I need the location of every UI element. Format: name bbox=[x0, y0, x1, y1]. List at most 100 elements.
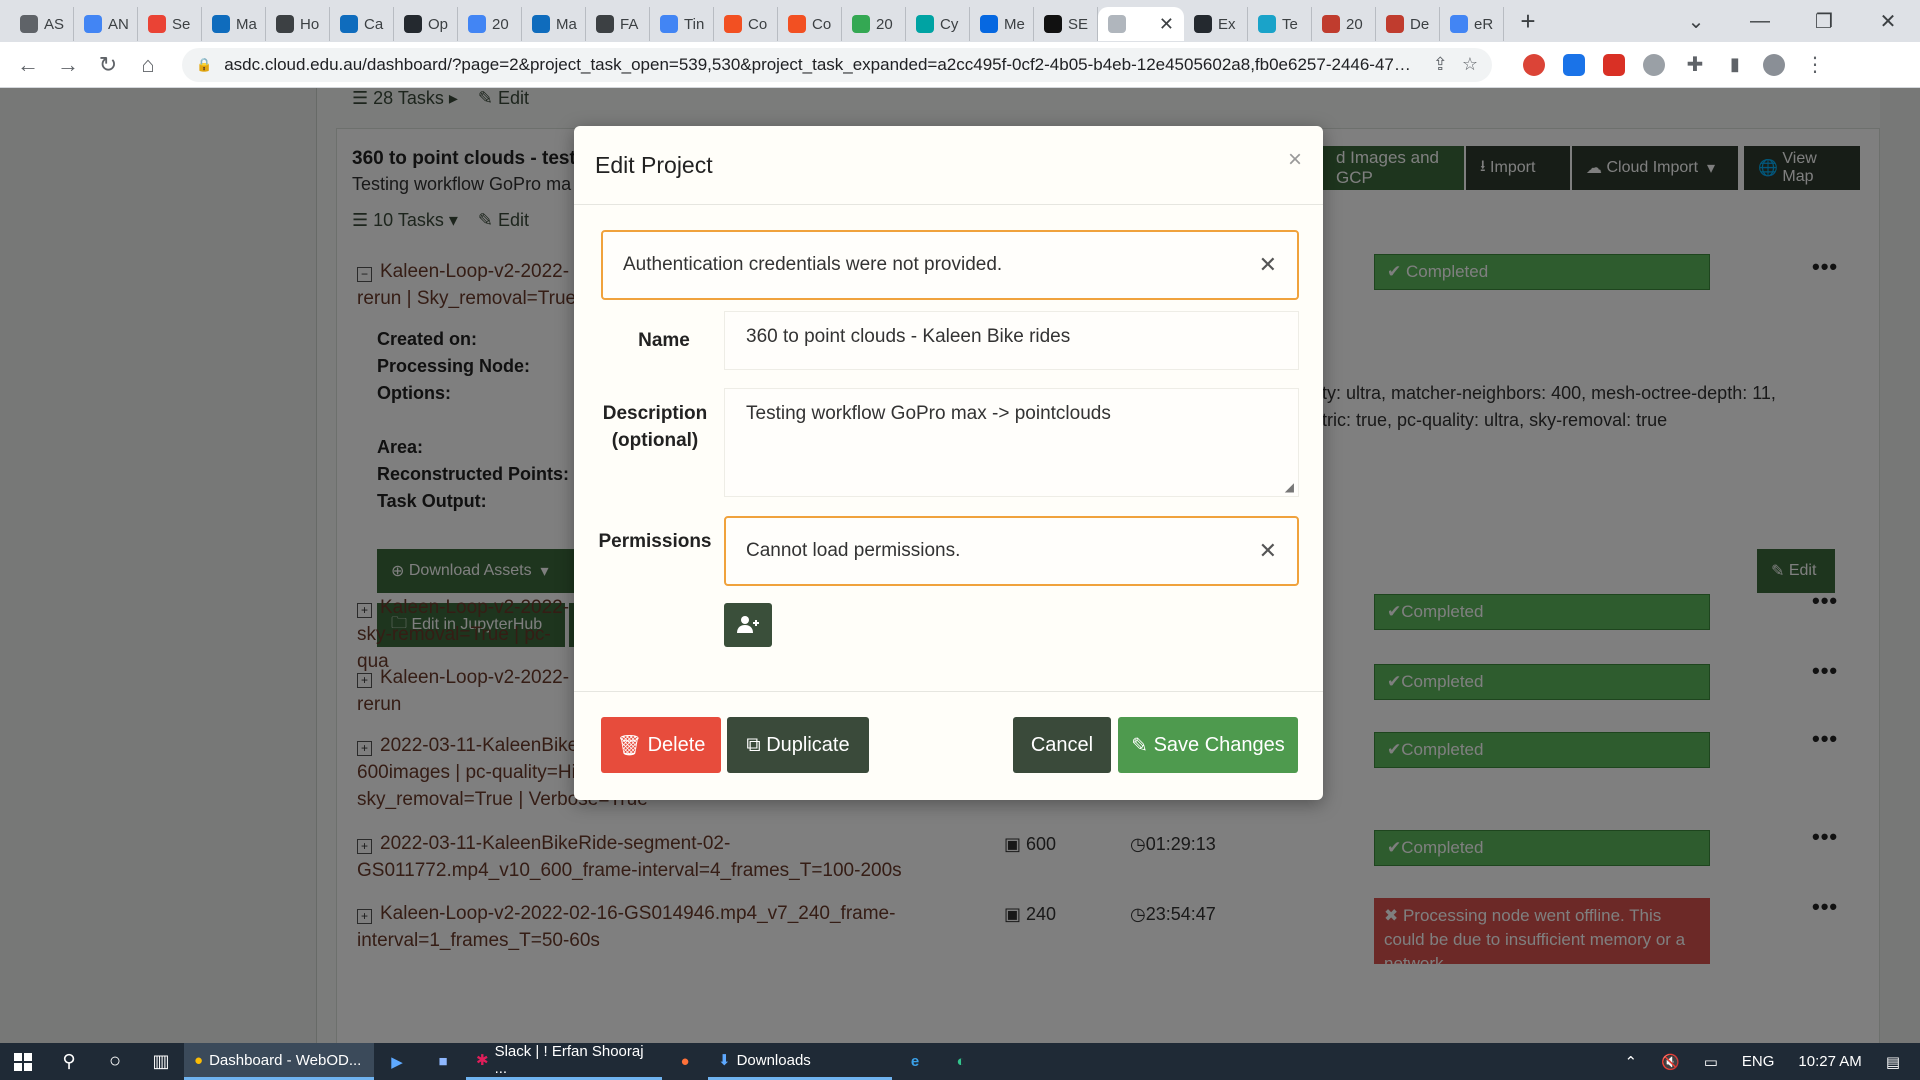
firefox-icon[interactable]: ● bbox=[662, 1043, 708, 1080]
tab-label: Se bbox=[172, 15, 191, 33]
tab-search-icon[interactable]: ⌄ bbox=[1664, 9, 1728, 34]
battery-icon[interactable]: ▭ bbox=[1704, 1053, 1718, 1071]
browser-tab[interactable]: AN bbox=[74, 7, 138, 41]
browser-tab[interactable]: Co bbox=[778, 7, 842, 41]
tab-label: Ca bbox=[364, 15, 384, 33]
save-changes-button[interactable]: ✎ Save Changes bbox=[1118, 717, 1298, 773]
close-icon[interactable]: × bbox=[1288, 146, 1302, 174]
extension-icon[interactable] bbox=[1596, 53, 1634, 77]
tab-label: 20 bbox=[1346, 15, 1363, 33]
browser-tab[interactable]: SE bbox=[1034, 7, 1098, 41]
menu-icon[interactable]: ⋮ bbox=[1796, 53, 1834, 77]
browser-tab[interactable]: Me bbox=[970, 7, 1034, 41]
browser-tab-strip: AS AN Se Ma Ho Ca Op 20 Ma FA Tin Co Co 20 Cy Me SE ✕ Ex Te… bbox=[0, 0, 1920, 42]
browser-tab[interactable]: Tin bbox=[650, 7, 714, 41]
permissions-error-text: Cannot load permissions. bbox=[746, 540, 961, 561]
browser-tab[interactable]: Ex bbox=[1184, 7, 1248, 41]
clock[interactable]: 10:27 AM bbox=[1798, 1053, 1861, 1070]
browser-tab[interactable]: Ma bbox=[202, 7, 266, 41]
dismiss-permissions-alert-icon[interactable]: ✕ bbox=[1259, 538, 1277, 564]
browser-tab[interactable]: eR bbox=[1440, 7, 1504, 41]
browser-tab[interactable]: Cy bbox=[906, 7, 970, 41]
description-label-line: Description bbox=[602, 403, 708, 424]
browser-tab[interactable]: Co bbox=[714, 7, 778, 41]
chrome-app-label: Dashboard - WebOD... bbox=[209, 1051, 362, 1069]
extension-icon[interactable] bbox=[1516, 53, 1554, 77]
browser-tab-active[interactable]: ✕ bbox=[1098, 7, 1184, 41]
tab-label: Ho bbox=[300, 15, 320, 33]
duplicate-button[interactable]: ⧉ Duplicate bbox=[727, 717, 869, 773]
powershell-icon[interactable]: ▶ bbox=[374, 1043, 420, 1080]
language-indicator[interactable]: ENG bbox=[1742, 1053, 1775, 1070]
tab-favicon-icon bbox=[660, 15, 678, 33]
description-value: Testing workflow GoPro max -> pointcloud… bbox=[746, 403, 1111, 424]
browser-tab[interactable]: Se bbox=[138, 7, 202, 41]
notifications-icon[interactable]: ▤ bbox=[1886, 1053, 1900, 1071]
dismiss-alert-icon[interactable]: ✕ bbox=[1259, 252, 1277, 278]
browser-tab[interactable]: De bbox=[1376, 7, 1440, 41]
back-icon[interactable]: ← bbox=[8, 52, 48, 78]
taskbar-app-chrome[interactable]: ● Dashboard - WebOD... bbox=[184, 1043, 374, 1080]
add-user-button[interactable] bbox=[724, 603, 772, 647]
edge-icon[interactable]: ◐ bbox=[938, 1043, 984, 1080]
browser-tab[interactable]: Ho bbox=[266, 7, 330, 41]
extension-icon[interactable] bbox=[1636, 53, 1674, 77]
side-panel-icon[interactable]: ▮ bbox=[1716, 53, 1754, 77]
browser-tab[interactable]: Ca bbox=[330, 7, 394, 41]
extension-icon[interactable] bbox=[1556, 53, 1594, 77]
browser-tab[interactable]: FA bbox=[586, 7, 650, 41]
volume-muted-icon[interactable]: 🔇 bbox=[1661, 1053, 1680, 1071]
app-icon[interactable]: ■ bbox=[420, 1043, 466, 1080]
close-tab-icon[interactable]: ✕ bbox=[1159, 14, 1174, 35]
cortana-icon[interactable]: ○ bbox=[92, 1043, 138, 1080]
restore-icon[interactable]: ❐ bbox=[1792, 9, 1856, 34]
bookmark-star-icon[interactable]: ☆ bbox=[1462, 54, 1478, 75]
forward-icon[interactable]: → bbox=[48, 52, 88, 78]
taskbar-app-downloads[interactable]: ⬇ Downloads bbox=[708, 1043, 892, 1080]
tab-label: Te bbox=[1282, 15, 1298, 33]
cancel-button[interactable]: Cancel bbox=[1013, 717, 1111, 773]
description-textarea[interactable]: Testing workflow GoPro max -> pointcloud… bbox=[724, 388, 1299, 497]
ie-icon[interactable]: e bbox=[892, 1043, 938, 1080]
browser-tab[interactable]: Ma bbox=[522, 7, 586, 41]
url-text: asdc.cloud.edu.au/dashboard/?page=2&proj… bbox=[224, 54, 1419, 74]
browser-tab[interactable]: 20 bbox=[842, 7, 906, 41]
lock-icon[interactable]: 🔒 bbox=[196, 57, 212, 73]
tab-favicon-icon bbox=[1258, 15, 1276, 33]
browser-tab[interactable]: Te bbox=[1248, 7, 1312, 41]
home-icon[interactable]: ⌂ bbox=[128, 52, 168, 78]
resize-grip-icon[interactable]: ◢ bbox=[1285, 480, 1294, 494]
search-icon[interactable]: ⚲ bbox=[46, 1043, 92, 1080]
name-value: 360 to point clouds - Kaleen Bike rides bbox=[746, 326, 1071, 347]
tray-chevron-icon[interactable]: ⌃ bbox=[1624, 1053, 1637, 1071]
puzzle-icon[interactable]: ✚ bbox=[1676, 53, 1714, 77]
tab-favicon-icon bbox=[1386, 15, 1404, 33]
tab-favicon-icon bbox=[596, 15, 614, 33]
windows-start-icon[interactable] bbox=[0, 1043, 46, 1080]
tab-label: Me bbox=[1004, 15, 1025, 33]
share-icon[interactable]: ⇪ bbox=[1433, 54, 1448, 75]
modal-title: Edit Project bbox=[595, 151, 713, 178]
window-controls: ⌄ — ❐ ✕ bbox=[1664, 0, 1920, 42]
windows-taskbar: ⚲ ○ ▥ ● Dashboard - WebOD... ▶ ■ ✱ Slack |… bbox=[0, 1043, 1920, 1080]
task-view-icon[interactable]: ▥ bbox=[138, 1043, 184, 1080]
close-window-icon[interactable]: ✕ bbox=[1856, 9, 1920, 34]
tab-favicon-icon bbox=[532, 15, 550, 33]
browser-tab[interactable]: 20 bbox=[458, 7, 522, 41]
new-tab-button[interactable]: + bbox=[1508, 6, 1548, 37]
delete-button[interactable]: 🗑 Delete bbox=[601, 717, 721, 773]
permissions-error-alert: Cannot load permissions. ✕ bbox=[724, 516, 1299, 586]
tab-label: eR bbox=[1474, 15, 1494, 33]
browser-tab[interactable]: 20 bbox=[1312, 7, 1376, 41]
tab-favicon-icon bbox=[212, 15, 230, 33]
avatar[interactable] bbox=[1756, 53, 1794, 77]
reload-icon[interactable]: ↻ bbox=[88, 52, 128, 78]
taskbar-app-slack[interactable]: ✱ Slack | ! Erfan Shooraj ... bbox=[466, 1043, 662, 1080]
name-input[interactable]: 360 to point clouds - Kaleen Bike rides bbox=[724, 311, 1299, 370]
url-input[interactable]: 🔒 asdc.cloud.edu.au/dashboard/?page=2&pr… bbox=[182, 47, 1492, 82]
tab-label: Ma bbox=[236, 15, 257, 33]
tab-favicon-icon bbox=[788, 15, 806, 33]
browser-tab[interactable]: AS bbox=[10, 7, 74, 41]
minimize-icon[interactable]: — bbox=[1728, 10, 1792, 33]
browser-tab[interactable]: Op bbox=[394, 7, 458, 41]
